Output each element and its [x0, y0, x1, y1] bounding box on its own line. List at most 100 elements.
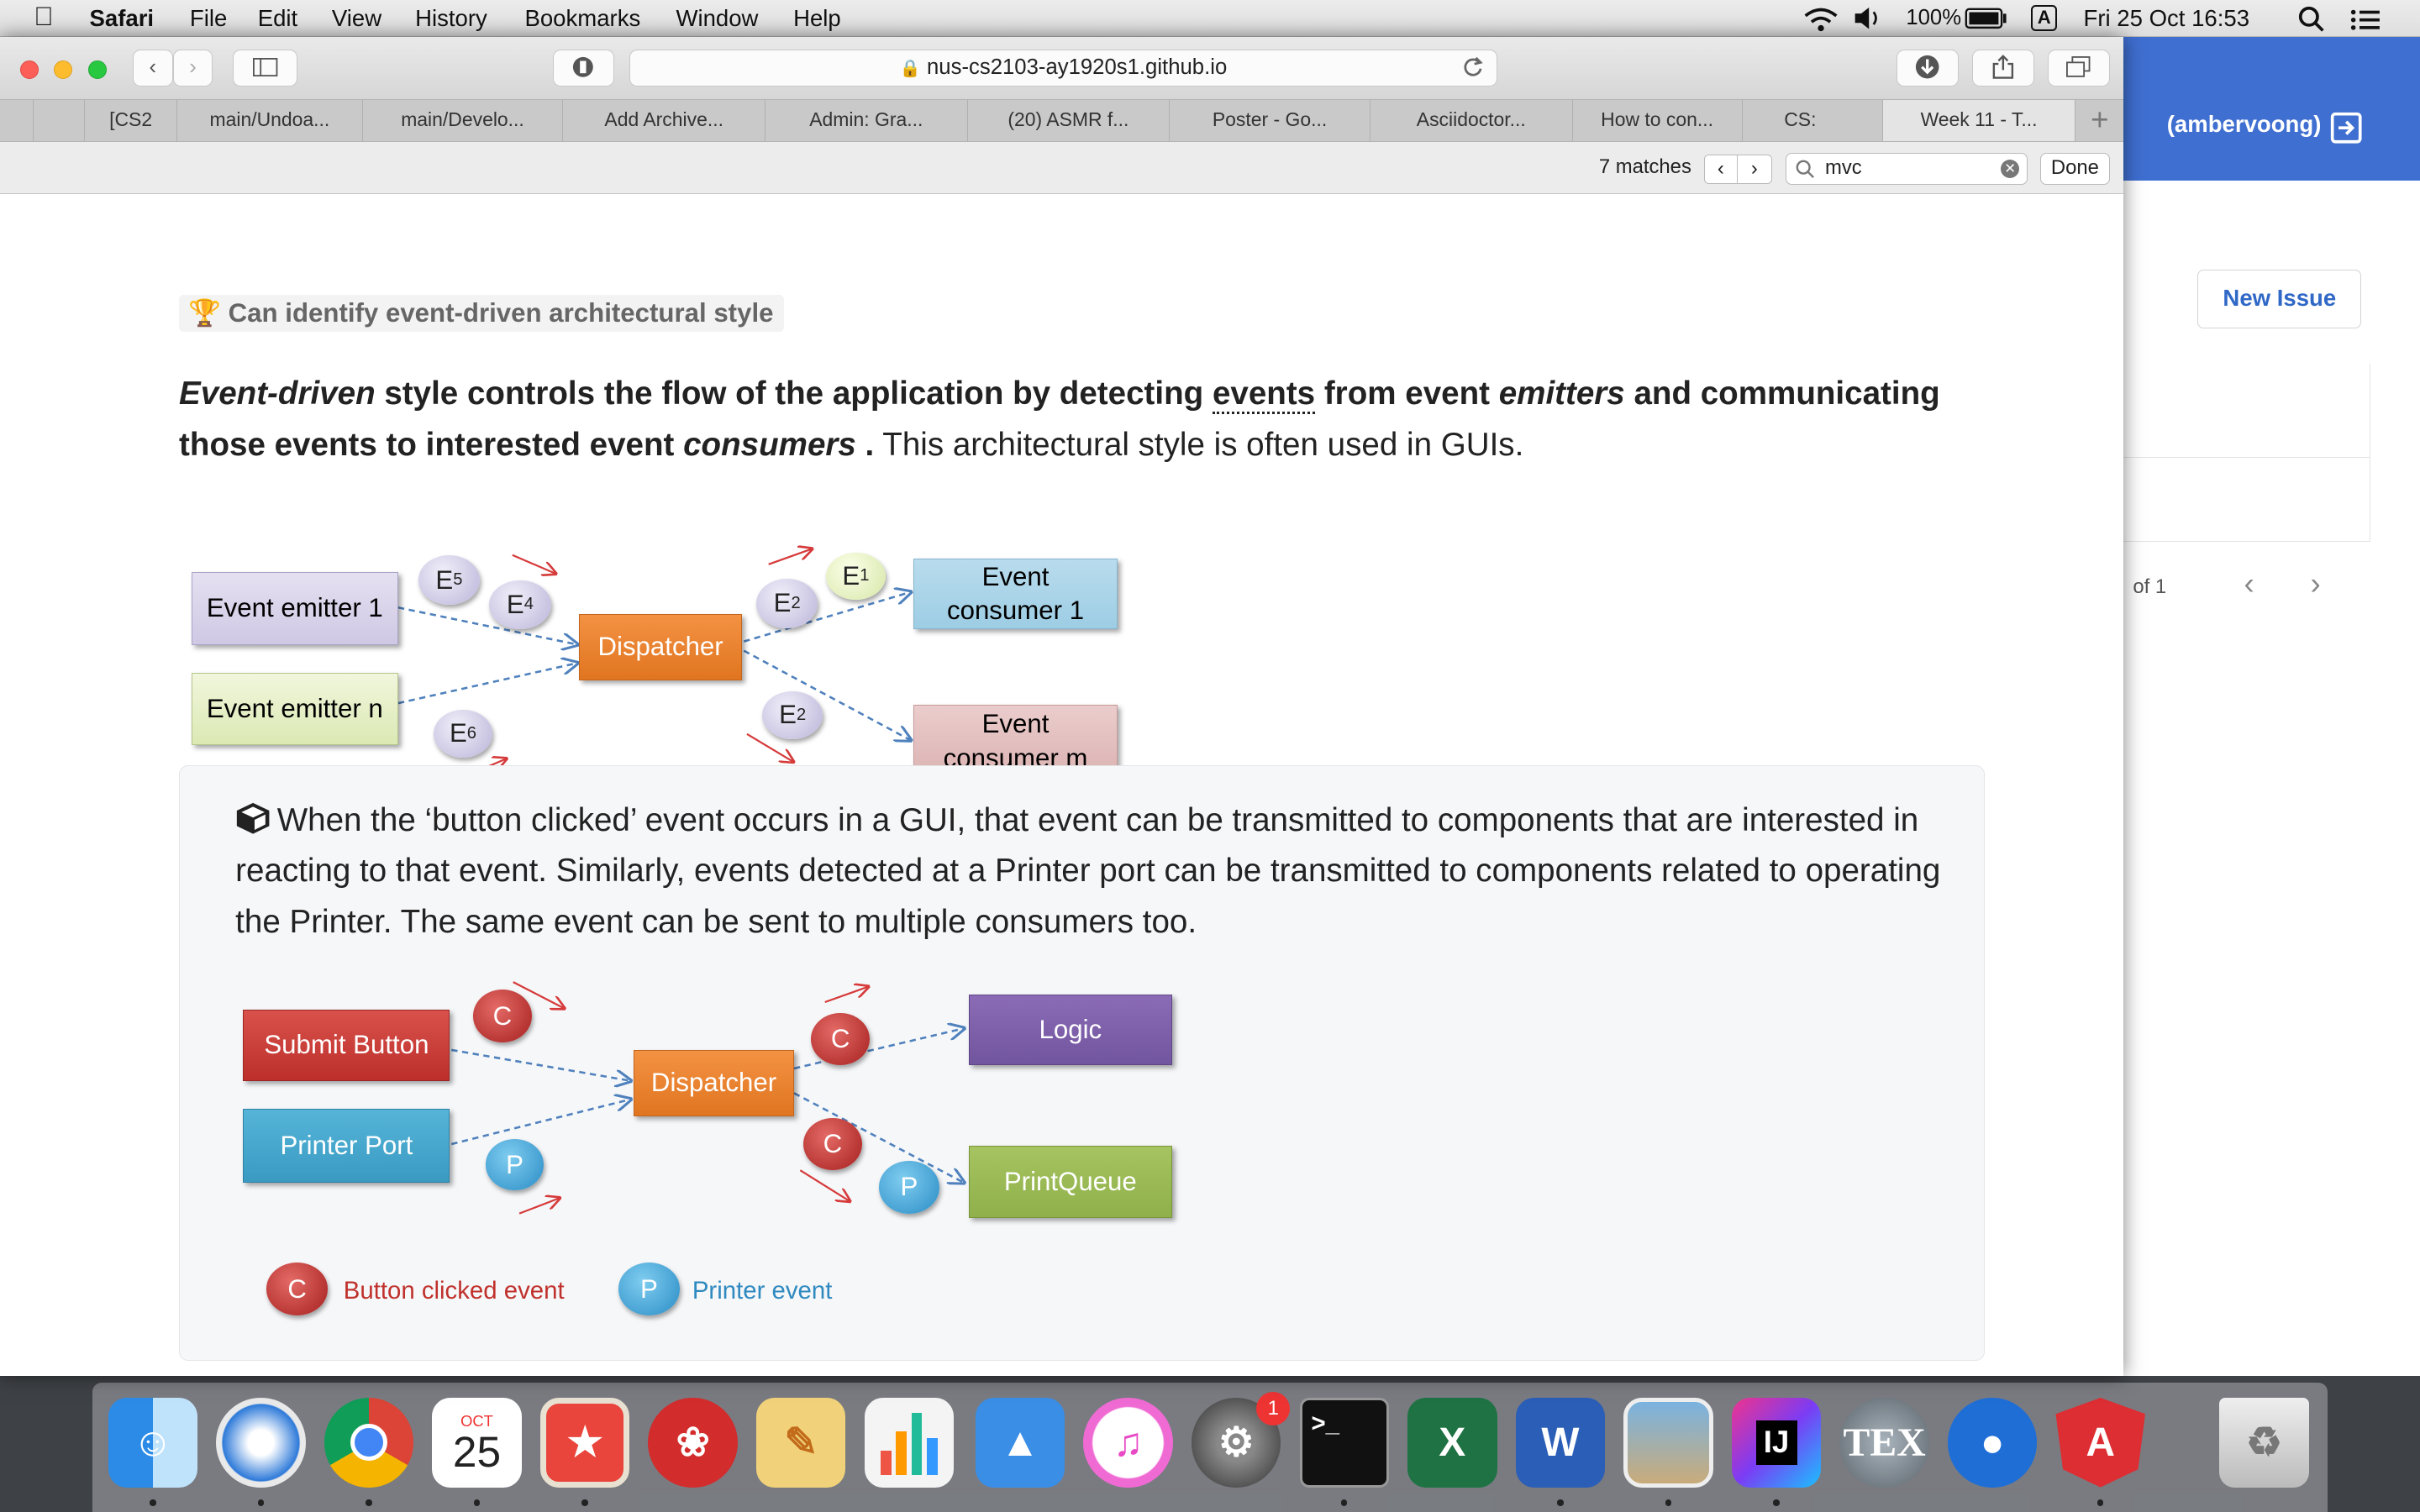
tab-add-archive[interactable]: Add Archive... [563, 99, 765, 142]
tab-placeholder[interactable] [34, 99, 86, 142]
browser-toolbar: ‹ › 🔒 nus-cs2103-ay1920s1.github.io [0, 37, 2124, 99]
button-clicked-event-bubble: C [803, 1117, 862, 1171]
tab-main-undoa[interactable]: main/Undoa... [177, 99, 363, 142]
event-bubble-e1: E1 [825, 552, 886, 601]
find-next-button[interactable]: › [1738, 154, 1772, 184]
tab-cs2[interactable]: [CS2 [85, 99, 178, 142]
notification-center-icon[interactable] [2350, 8, 2381, 32]
bookmark-star-icon[interactable]: ★ [539, 1398, 630, 1488]
dispatcher-node: Dispatcher [578, 613, 743, 680]
pagination-label: of 1 [2133, 575, 2167, 599]
menu-help[interactable]: Help [793, 5, 841, 32]
event-emitter-1: Event emitter 1 [191, 572, 398, 645]
battery-icon[interactable] [1965, 8, 2007, 29]
tab-main-develo[interactable]: main/Develo... [363, 99, 564, 142]
background-github-window: (ambervoong) New Issue of 1 ‹ › [2123, 37, 2420, 1377]
pages-icon[interactable]: ✎ [755, 1398, 846, 1488]
wifi-icon[interactable] [1802, 5, 1839, 33]
tex-icon[interactable]: TEX [1839, 1398, 1929, 1488]
itunes-icon[interactable]: ♫ [1083, 1398, 1173, 1488]
terminal-icon[interactable]: >_ [1299, 1398, 1390, 1488]
keynote-icon[interactable]: ▲ [975, 1398, 1065, 1488]
printer-port-node: Printer Port [243, 1108, 450, 1183]
event-bubble-label: E [449, 718, 467, 748]
username-link[interactable]: (ambervoong) [2167, 111, 2322, 138]
privacy-shield-button[interactable] [552, 49, 614, 87]
find-input[interactable]: mvc ✕ [1786, 152, 2028, 186]
running-indicator [1665, 1499, 1672, 1506]
tab-how-to-con[interactable]: How to con... [1573, 99, 1743, 142]
prev-page-icon[interactable]: ‹ [2244, 566, 2254, 601]
tab-poster[interactable]: Poster - Go... [1170, 99, 1370, 142]
sign-out-icon[interactable] [2329, 111, 2363, 144]
logic-node: Logic [968, 994, 1173, 1066]
clear-search-icon[interactable]: ✕ [2001, 160, 2020, 179]
chrome-icon[interactable] [324, 1398, 414, 1488]
button-clicked-event-bubble: C [473, 990, 532, 1042]
shield-icon [573, 57, 594, 77]
safari-icon[interactable] [216, 1398, 306, 1488]
github-header [2123, 37, 2420, 181]
tab-asciidoctor[interactable]: Asciidoctor... [1370, 99, 1573, 142]
event-bubble-label: E [773, 588, 792, 618]
spotlight-search-icon[interactable] [2298, 6, 2326, 34]
forward-button[interactable]: › [172, 49, 213, 87]
close-window-button[interactable] [19, 60, 39, 79]
numbers-icon[interactable] [864, 1398, 955, 1488]
word-icon[interactable]: W [1515, 1398, 1606, 1488]
minimize-window-button[interactable] [54, 60, 73, 79]
volume-icon[interactable] [1852, 6, 1883, 30]
back-button[interactable]: ‹ [132, 49, 173, 87]
menu-window[interactable]: Window [676, 5, 758, 32]
find-previous-button[interactable]: ‹ [1703, 154, 1739, 184]
event-bubble-e5: E5 [418, 555, 481, 605]
fetch-dog-icon[interactable]: ❀ [648, 1398, 738, 1488]
finder-icon[interactable]: ☺ [108, 1398, 198, 1488]
menu-edit[interactable]: Edit [258, 5, 297, 32]
tab-asmr[interactable]: (20) ASMR f... [968, 99, 1171, 142]
menu-app-name[interactable]: Safari [90, 5, 155, 32]
lock-icon: 🔒 [899, 59, 921, 78]
downloads-button[interactable] [1897, 49, 1959, 87]
find-match-count: 7 matches [1598, 155, 1691, 179]
tab-week-11[interactable]: Week 11 - T... [1882, 99, 2076, 142]
running-indicator [1773, 1499, 1780, 1506]
tab-bar: [CS2 main/Undoa... main/Develo... Add Ar… [0, 98, 2124, 142]
menu-history[interactable]: History [415, 5, 487, 32]
find-bar: 7 matches ‹ › mvc ✕ Done [0, 141, 2124, 195]
calendar-icon[interactable]: OCT 25 [432, 1398, 522, 1488]
event-driven-diagram: Event emitter 1 Event emitter n Dispatch… [0, 194, 2123, 778]
excel-icon[interactable]: X [1407, 1398, 1497, 1488]
menu-view[interactable]: View [332, 5, 381, 32]
input-source-indicator[interactable]: A [2031, 4, 2058, 31]
safari-window: ‹ › 🔒 nus-cs2103-ay1920s1.github.io [CS2… [0, 37, 2124, 1377]
menu-file[interactable]: File [190, 5, 227, 32]
preview-icon[interactable] [1623, 1398, 1713, 1488]
reload-icon[interactable] [1462, 56, 1484, 78]
find-done-button[interactable]: Done [2040, 152, 2110, 186]
menu-bookmarks[interactable]: Bookmarks [524, 5, 640, 32]
tab-cs[interactable]: CS: [1743, 99, 1883, 142]
address-bar[interactable]: 🔒 nus-cs2103-ay1920s1.github.io [629, 49, 1497, 87]
event-bubble-subscript: 2 [796, 705, 807, 724]
intellij-icon[interactable]: IJ [1731, 1398, 1822, 1488]
share-button[interactable] [1972, 49, 2034, 87]
sidebar-icon [253, 57, 278, 76]
tab-admin-gra[interactable]: Admin: Gra... [765, 99, 968, 142]
event-bubble-subscript: 6 [466, 723, 477, 743]
location-pin-icon[interactable]: ● [1947, 1398, 2038, 1488]
show-tabs-button[interactable] [2048, 49, 2110, 87]
menu-clock[interactable]: Fri 25 Oct 16:53 [2084, 5, 2250, 32]
tab-placeholder[interactable] [0, 99, 34, 142]
legend-printer-icon: P [618, 1263, 681, 1315]
event-bubble-e2: E2 [762, 690, 823, 739]
running-indicator [257, 1499, 265, 1506]
zoom-window-button[interactable] [87, 60, 107, 79]
dispatcher-node: Dispatcher [634, 1049, 795, 1116]
apple-icon[interactable]:  [34, 2, 53, 32]
new-issue-button[interactable]: New Issue [2197, 270, 2362, 329]
next-page-icon[interactable]: › [2311, 566, 2321, 601]
trash-icon[interactable]: ♻ [2219, 1398, 2309, 1488]
new-tab-button[interactable]: + [2075, 100, 2123, 142]
sidebar-toggle-button[interactable] [233, 49, 298, 87]
